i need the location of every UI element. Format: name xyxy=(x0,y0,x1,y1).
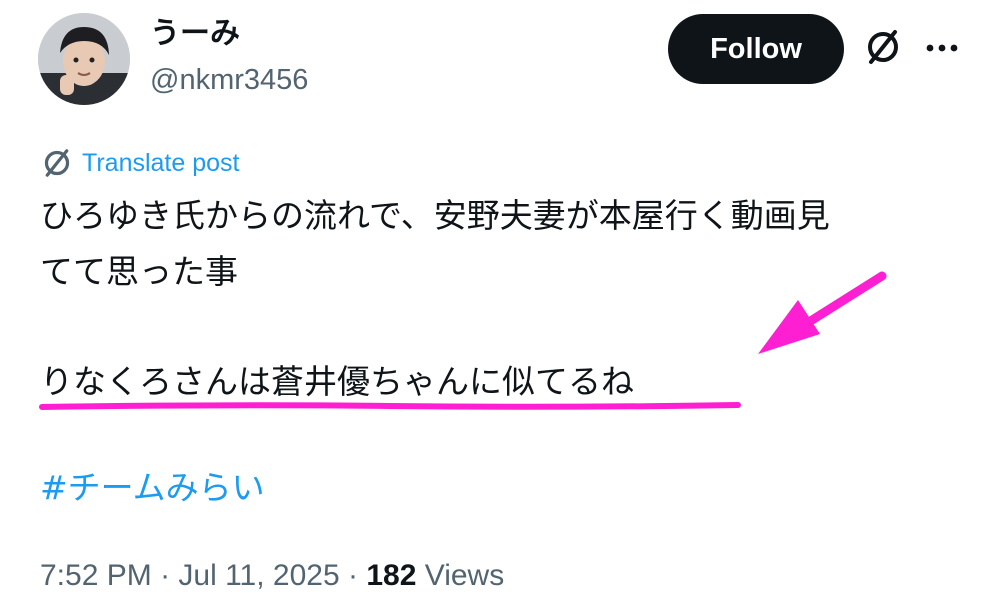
separator: · xyxy=(339,559,367,592)
tweet-text-line-2: てて思った事 xyxy=(40,252,238,291)
annotation-arrow xyxy=(748,268,892,366)
avatar[interactable] xyxy=(38,13,130,105)
post-date[interactable]: Jul 11, 2025 xyxy=(178,559,339,592)
post-time[interactable]: 7:52 PM xyxy=(40,559,152,592)
tweet-card: うーみ @nkmr3456 Follow Translate post ひろゆき… xyxy=(0,0,1000,599)
views-label: Views xyxy=(416,559,505,592)
timestamp-row: 7:52 PM · Jul 11, 2025 · 182 Views xyxy=(40,556,504,596)
follow-button[interactable]: Follow xyxy=(668,14,844,84)
user-handle[interactable]: @nkmr3456 xyxy=(150,60,308,100)
views-count: 182 xyxy=(366,559,417,592)
grok-icon[interactable] xyxy=(862,26,904,68)
display-name[interactable]: うーみ xyxy=(150,14,240,54)
translate-icon xyxy=(40,146,74,180)
tweet-text-line-1: ひろゆき氏からの流れで、安野夫妻が本屋行く動画見 xyxy=(40,196,830,235)
translate-label: Translate post xyxy=(82,148,240,177)
annotation-underline xyxy=(38,396,743,418)
hashtag-link[interactable]: #チームみらい xyxy=(40,466,265,510)
more-options-icon[interactable] xyxy=(920,30,964,66)
separator: · xyxy=(151,559,179,592)
translate-post-link[interactable]: Translate post xyxy=(40,144,239,182)
